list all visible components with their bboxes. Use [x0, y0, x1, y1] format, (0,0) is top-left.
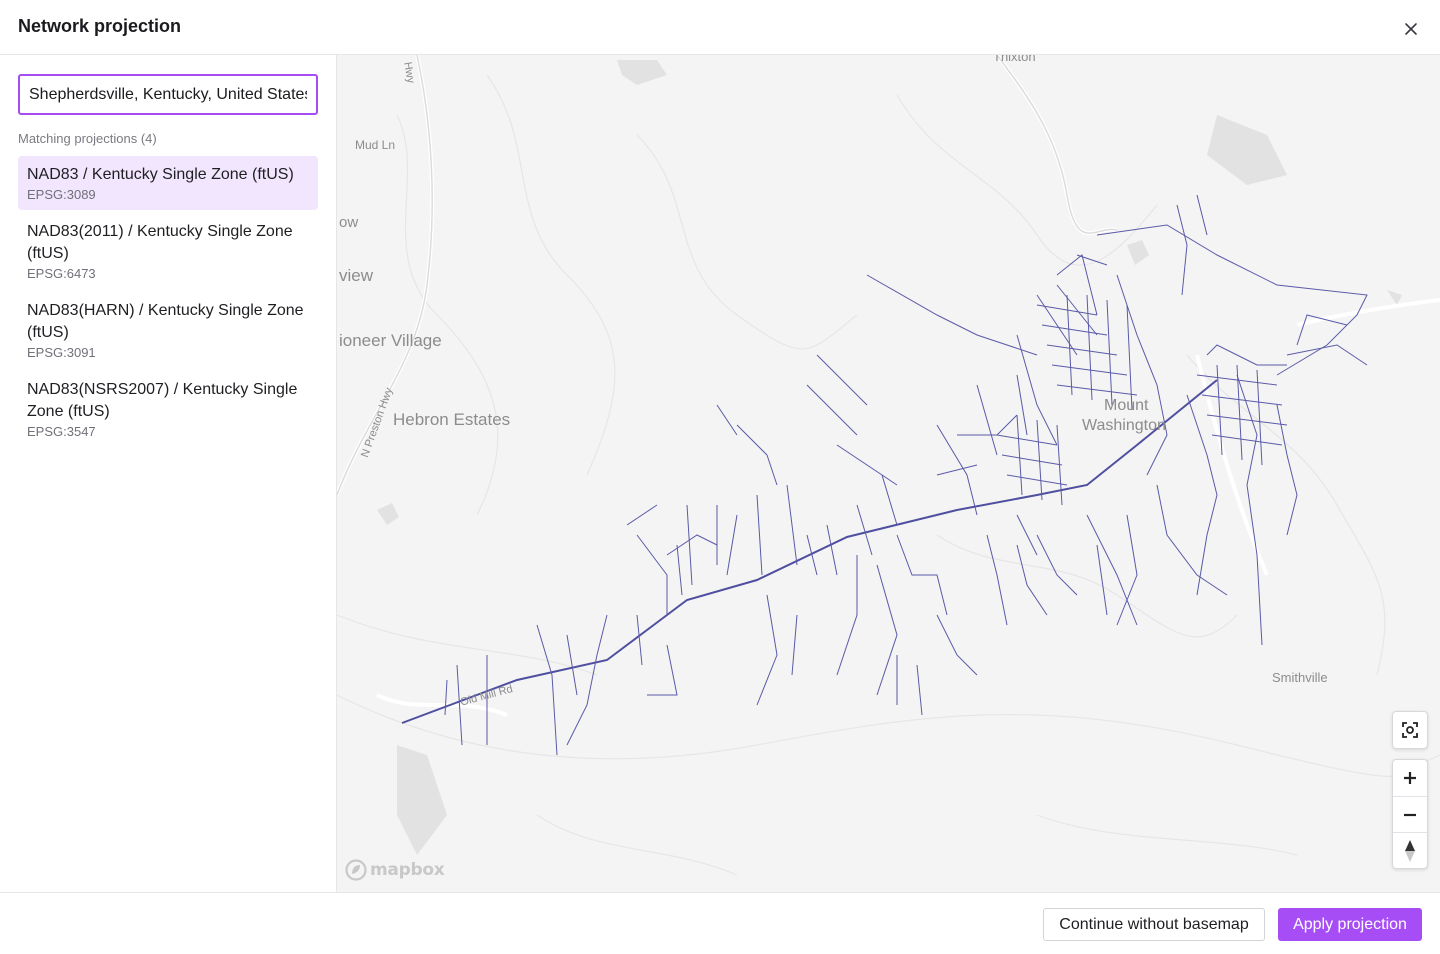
projection-name: NAD83 / Kentucky Single Zone (ftUS) — [27, 166, 294, 183]
zoom-out-button[interactable] — [1393, 796, 1427, 832]
projection-list: NAD83 / Kentucky Single Zone (ftUS) EPSG… — [18, 156, 318, 450]
map-label-thixton: Thixton — [993, 55, 1036, 64]
projection-item-3091[interactable]: NAD83(HARN) / Kentucky Single Zone (ftUS… — [18, 292, 318, 368]
projection-sidebar: Matching projections (4) NAD83 / Kentuck… — [0, 55, 337, 892]
projection-code: EPSG:6473 — [27, 266, 96, 281]
map-label-smithville: Smithville — [1272, 670, 1328, 685]
map-label-washington: Washington — [1082, 417, 1166, 434]
close-button[interactable] — [1398, 16, 1424, 42]
map-label-mud-ln: Mud Ln — [355, 138, 396, 152]
dialog-title: Network projection — [18, 16, 182, 36]
projection-name: NAD83(NSRS2007) / Kentucky Single Zone (… — [27, 381, 298, 420]
focus-icon — [1402, 722, 1418, 738]
mapbox-logo[interactable]: mapbox — [345, 859, 445, 881]
basemap-layer — [337, 55, 1440, 876]
map-label-mount: Mount — [1104, 397, 1149, 414]
close-icon — [1405, 23, 1417, 35]
zoom-out-icon — [1404, 813, 1416, 816]
projection-code: EPSG:3547 — [27, 424, 96, 439]
projection-code: EPSG:3089 — [27, 187, 96, 202]
apply-projection-button[interactable]: Apply projection — [1278, 908, 1422, 941]
map-label-pioneer-village: ioneer Village — [339, 331, 442, 350]
continue-without-basemap-button[interactable]: Continue without basemap — [1043, 908, 1265, 941]
map-zoom-controls — [1392, 759, 1428, 869]
projection-item-3089[interactable]: NAD83 / Kentucky Single Zone (ftUS) EPSG… — [18, 156, 318, 210]
map-label-low: ow — [339, 214, 359, 231]
location-search-input[interactable] — [18, 74, 318, 115]
mapbox-icon — [345, 859, 367, 881]
zoom-in-button[interactable] — [1393, 760, 1427, 796]
mapbox-attribution: mapbox — [370, 860, 445, 880]
focus-button[interactable] — [1393, 712, 1427, 748]
map-label-view: view — [339, 266, 374, 285]
compass-button[interactable] — [1393, 832, 1427, 868]
dialog-footer: Continue without basemap Apply projectio… — [0, 892, 1440, 954]
zoom-in-icon — [1404, 772, 1416, 784]
projection-name: NAD83(2011) / Kentucky Single Zone (ftUS… — [27, 223, 293, 262]
map-label-hebron-estates: Hebron Estates — [393, 410, 511, 429]
basemap-view[interactable]: Thixton Hwy Mud Ln ow view ioneer Villag… — [337, 55, 1440, 892]
compass-icon — [1405, 839, 1415, 862]
matching-projections-label: Matching projections (4) — [18, 131, 157, 146]
projection-name: NAD83(HARN) / Kentucky Single Zone (ftUS… — [27, 302, 304, 341]
projection-code: EPSG:3091 — [27, 345, 96, 360]
projection-item-3547[interactable]: NAD83(NSRS2007) / Kentucky Single Zone (… — [18, 371, 318, 447]
map-focus-control — [1392, 711, 1428, 749]
projection-item-6473[interactable]: NAD83(2011) / Kentucky Single Zone (ftUS… — [18, 213, 318, 289]
dialog-header: Network projection — [0, 0, 1440, 55]
